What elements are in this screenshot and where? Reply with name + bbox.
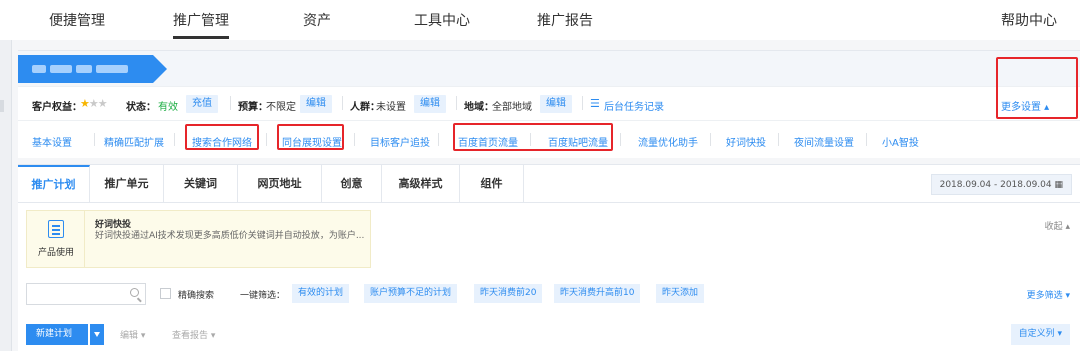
- tab-landing-url[interactable]: 网页地址: [238, 165, 322, 203]
- link-exact-match-expand[interactable]: 精确匹配扩展: [104, 134, 164, 149]
- document-icon: [48, 220, 64, 238]
- chip-valid-campaigns[interactable]: 有效的计划: [292, 284, 350, 303]
- rights-stars: ★★★: [80, 97, 108, 110]
- gutter-mark: [0, 100, 4, 112]
- star-icon: ★★: [88, 97, 108, 110]
- nav-item-help[interactable]: 帮助中心: [1001, 10, 1057, 30]
- exact-search-label: 精确搜索: [178, 291, 215, 301]
- divider: [174, 133, 175, 146]
- promo-title: 好词快投: [95, 220, 132, 230]
- more-filters-link[interactable]: 更多筛选 ▾: [1027, 288, 1070, 301]
- nav-item-tools[interactable]: 工具中心: [414, 10, 470, 30]
- campaign-panel: 推广计划 推广单元 关键词 网页地址 创意 高级样式 组件 2018.09.04…: [18, 164, 1080, 351]
- chip-added-yesterday[interactable]: 昨天添加: [656, 284, 705, 303]
- custom-columns-button[interactable]: 自定义列 ▾: [1010, 324, 1070, 345]
- link-target-retarget[interactable]: 目标客户追投: [370, 134, 430, 149]
- redacted-account-name: [96, 65, 128, 73]
- link-good-word-delivery[interactable]: 好词快投: [726, 134, 766, 149]
- recharge-button[interactable]: 充值: [186, 95, 218, 113]
- promo-card[interactable]: 产品使用 好词快投 好词快投通过AI技术发现更多高质低价关键词并自动投放，为账户…: [26, 210, 371, 268]
- promo-description: 好词快投通过AI技术发现更多高质低价关键词并自动投放，为账户...: [95, 231, 365, 241]
- audience-edit-button[interactable]: 编辑: [414, 95, 446, 113]
- link-traffic-optimizer[interactable]: 流量优化助手: [638, 134, 698, 149]
- highlight-box: [277, 124, 344, 150]
- rights-label: 客户权益：: [32, 102, 82, 113]
- divider: [582, 96, 583, 110]
- redacted-account-name: [76, 65, 92, 73]
- divider: [778, 133, 779, 146]
- date-range-picker[interactable]: 2018.09.04 - 2018.09.04 ▦: [930, 174, 1072, 195]
- divider: [620, 133, 621, 146]
- tab-campaign[interactable]: 推广计划: [18, 165, 90, 203]
- quick-filter-label: 一键筛选：: [240, 291, 286, 301]
- divider: [710, 133, 711, 146]
- chip-yesterday-top20[interactable]: 昨天消费前20: [474, 284, 543, 303]
- chip-budget-insufficient[interactable]: 账户预算不足的计划: [364, 284, 458, 303]
- tab-adgroup[interactable]: 推广单元: [90, 165, 164, 203]
- collapse-toggle[interactable]: 收起 ▴: [1045, 219, 1070, 232]
- top-nav: 便捷管理 推广管理 资产 工具中心 推广报告 帮助中心: [0, 0, 1080, 40]
- link-night-traffic-settings[interactable]: 夜间流量设置: [794, 134, 854, 149]
- region-label: 地域：: [464, 102, 494, 113]
- account-name-tag[interactable]: [18, 55, 167, 83]
- redacted-account-name: [50, 65, 72, 73]
- edit-dropdown[interactable]: 编辑 ▾: [120, 328, 145, 341]
- budget-value: 不限定: [266, 102, 296, 113]
- action-row: 新建计划 编辑 ▾ 查看报告 ▾ 自定义列 ▾: [26, 324, 1076, 346]
- region-edit-button[interactable]: 编辑: [540, 95, 572, 113]
- budget-edit-button[interactable]: 编辑: [300, 95, 332, 113]
- nav-item-assets[interactable]: 资产: [303, 10, 331, 30]
- tab-components[interactable]: 组件: [460, 165, 524, 203]
- divider: [866, 133, 867, 146]
- account-banner: [18, 50, 1080, 86]
- status-value: 有效: [158, 102, 178, 113]
- redacted-account-name: [32, 65, 46, 73]
- nav-item-quick-manage[interactable]: 便捷管理: [49, 10, 105, 30]
- divider: [456, 96, 457, 110]
- highlight-box: [996, 57, 1078, 119]
- tab-keyword[interactable]: 关键词: [164, 165, 238, 203]
- exact-search-checkbox[interactable]: [160, 288, 171, 299]
- highlight-box: [453, 123, 613, 151]
- nav-item-reports[interactable]: 推广报告: [537, 10, 593, 30]
- divider: [438, 133, 439, 146]
- divider: [94, 133, 95, 146]
- list-icon: ☰: [590, 97, 600, 110]
- link-xiao-a-smart-delivery[interactable]: 小A智投: [882, 134, 919, 149]
- star-icon: ★: [80, 97, 90, 110]
- divider: [354, 133, 355, 146]
- chevron-down-icon[interactable]: [90, 324, 104, 345]
- active-nav-indicator: [173, 36, 229, 39]
- audience-value: 未设置: [376, 102, 406, 113]
- search-icon: [130, 288, 139, 297]
- chip-yesterday-rise-top10[interactable]: 昨天消费升高前10: [554, 284, 641, 303]
- divider: [230, 96, 231, 110]
- link-basic-settings[interactable]: 基本设置: [32, 134, 72, 149]
- task-log-link[interactable]: 后台任务记录: [604, 98, 664, 113]
- status-label: 状态：: [126, 102, 156, 113]
- tab-creative[interactable]: 创意: [322, 165, 382, 203]
- nav-item-promo-manage[interactable]: 推广管理: [173, 10, 229, 30]
- tab-bar: 推广计划 推广单元 关键词 网页地址 创意 高级样式 组件 2018.09.04…: [18, 165, 1080, 203]
- divider: [342, 96, 343, 110]
- new-campaign-button[interactable]: 新建计划: [26, 324, 88, 345]
- left-gutter: [0, 40, 12, 351]
- budget-label: 预算：: [238, 102, 268, 113]
- search-input[interactable]: [26, 283, 146, 305]
- product-usage-label: 产品使用: [37, 248, 74, 258]
- account-info-row: 客户权益： ★★★ 状态： 有效 充值 预算： 不限定 编辑 人群： 未设置 编…: [18, 86, 1080, 120]
- product-usage-tile[interactable]: 产品使用: [27, 211, 85, 267]
- region-value: 全部地域: [492, 102, 532, 113]
- tab-advanced-style[interactable]: 高级样式: [382, 165, 460, 203]
- view-report-dropdown[interactable]: 查看报告 ▾: [172, 328, 215, 341]
- filter-row: 精确搜索 一键筛选： 有效的计划 账户预算不足的计划 昨天消费前20 昨天消费升…: [26, 283, 1076, 307]
- highlight-box: [185, 124, 259, 150]
- divider: [266, 133, 267, 146]
